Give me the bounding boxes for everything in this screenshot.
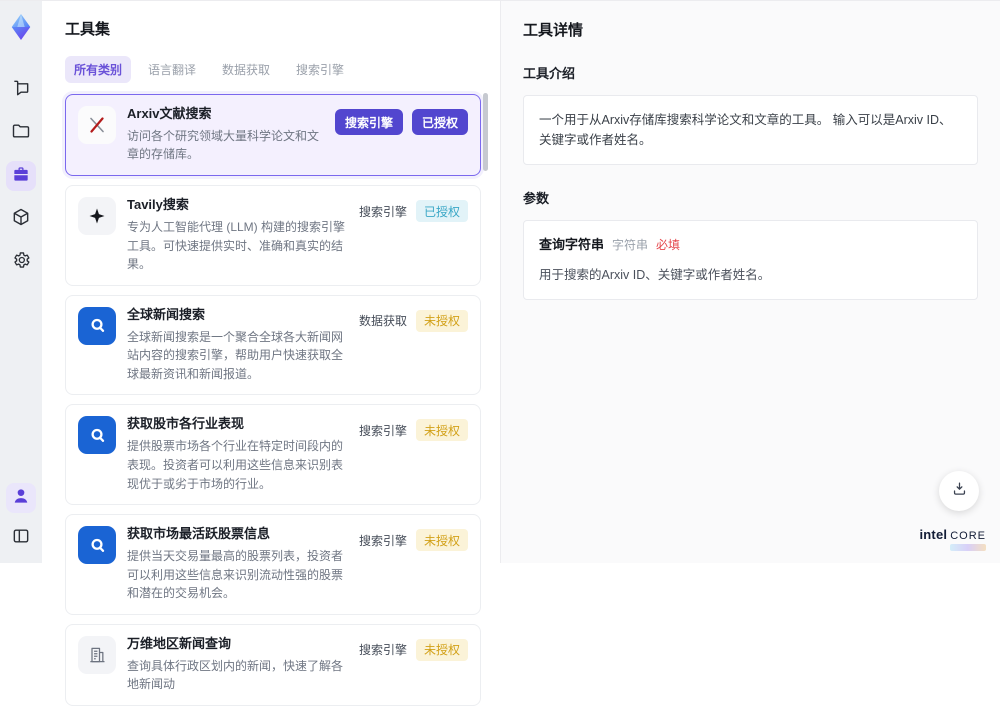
sidebar-item-settings[interactable] — [6, 247, 36, 277]
category-badge: 搜索引擎 — [334, 109, 403, 135]
news-search-icon — [78, 306, 116, 345]
tool-card-tavily[interactable]: Tavily搜索 专为人工智能代理 (LLM) 构建的搜索引擎工具。可快速提供实… — [65, 185, 481, 286]
sidebar-item-files[interactable] — [6, 118, 36, 148]
tool-tags: 搜索引擎 已授权 — [334, 106, 468, 135]
building-news-icon — [78, 635, 116, 674]
tab-search-engine[interactable]: 搜索引擎 — [287, 56, 353, 83]
tool-description: 提供股票市场各个行业在特定时间段内的表现。投资者可以利用这些信息来识别表现优于或… — [127, 439, 344, 491]
folder-icon — [11, 121, 31, 146]
tool-text: Arxiv文献搜索 访问各个研究领域大量科学论文和文章的存储库。 — [127, 106, 324, 164]
category-label: 搜索引擎 — [358, 423, 407, 438]
brand-intel: intel — [919, 527, 948, 542]
tool-card-arxiv[interactable]: Arxiv文献搜索 访问各个研究领域大量科学论文和文章的存储库。 搜索引擎 已授… — [65, 94, 481, 177]
sidebar-item-collapse[interactable] — [6, 523, 36, 553]
cube-icon — [11, 207, 31, 232]
intro-box: 一个用于从Arxiv存储库搜索科学论文和文章的工具。 输入可以是Arxiv ID… — [523, 95, 978, 165]
param-description: 用于搜索的Arxiv ID、关键字或作者姓名。 — [539, 267, 771, 282]
category-label: 搜索引擎 — [358, 643, 407, 658]
user-icon — [11, 486, 31, 511]
tool-tags: 搜索引擎 已授权 — [358, 197, 468, 223]
sidebar-bottom — [6, 483, 36, 553]
tool-description: 全球新闻搜索是一个聚合全球各大新闻网站内容的搜索引擎，帮助用户快速获取全球最新资… — [127, 329, 344, 381]
tool-title: 获取市场最活跃股票信息 — [127, 526, 271, 542]
intel-core-logo: intel CORE — [919, 527, 986, 551]
auth-status-badge: 未授权 — [415, 529, 468, 552]
category-label: 数据获取 — [358, 314, 407, 329]
tool-tags: 搜索引擎 未授权 — [358, 526, 468, 552]
brand-core: CORE — [950, 530, 986, 542]
auth-status-badge: 已授权 — [411, 109, 468, 135]
chat-icon — [11, 78, 31, 103]
tool-card-global-news[interactable]: 全球新闻搜索 全球新闻搜索是一个聚合全球各大新闻网站内容的搜索引擎，帮助用户快速… — [65, 294, 481, 396]
arxiv-logo-icon — [78, 106, 116, 144]
tool-list: Arxiv文献搜索 访问各个研究领域大量科学论文和文章的存储库。 搜索引擎 已授… — [65, 94, 481, 706]
toolbox-icon — [11, 164, 31, 189]
param-box: 查询字符串 字符串 必填 用于搜索的Arxiv ID、关键字或作者姓名。 — [523, 220, 978, 300]
list-scrollbar-thumb[interactable] — [483, 93, 488, 171]
stock-search-icon — [78, 416, 116, 455]
tab-all-categories[interactable]: 所有类别 — [65, 56, 132, 83]
auth-status-badge: 已授权 — [415, 200, 468, 223]
tool-text: Tavily搜索 专为人工智能代理 (LLM) 构建的搜索引擎工具。可快速提供实… — [127, 197, 348, 274]
sidebar-nav — [6, 75, 36, 277]
tool-text: 获取市场最活跃股票信息 提供当天交易量最高的股票列表，投资者可以利用这些信息来识… — [127, 526, 348, 603]
tool-title: Tavily搜索 — [127, 197, 189, 213]
app-window: 工具集 所有类别 语言翻译 数据获取 搜索引擎 Arxiv文献搜索 访问各个研究… — [0, 0, 1000, 706]
auth-status-badge: 未授权 — [415, 638, 468, 661]
intro-text: 一个用于从Arxiv存储库搜索科学论文和文章的工具。 输入可以是Arxiv ID… — [539, 113, 952, 147]
tool-text: 全球新闻搜索 全球新闻搜索是一个聚合全球各大新闻网站内容的搜索引擎，帮助用户快速… — [127, 307, 348, 384]
tool-description: 访问各个研究领域大量科学论文和文章的存储库。 — [127, 128, 320, 162]
sidebar — [0, 1, 42, 563]
tool-description: 专为人工智能代理 (LLM) 构建的搜索引擎工具。可快速提供实时、准确和真实的结… — [127, 219, 346, 272]
tool-description: 提供当天交易量最高的股票列表，投资者可以利用这些信息来识别流动性强的股票和潜在的… — [127, 548, 344, 601]
tool-detail-panel: 工具详情 工具介绍 一个用于从Arxiv存储库搜索科学论文和文章的工具。 输入可… — [500, 1, 1000, 563]
tool-tags: 数据获取 未授权 — [359, 307, 468, 332]
detail-title: 工具详情 — [523, 22, 584, 39]
tool-tags: 搜索引擎 未授权 — [358, 416, 468, 442]
auth-status-badge: 未授权 — [415, 419, 468, 442]
gear-icon — [11, 250, 31, 275]
param-name: 查询字符串 — [539, 237, 605, 252]
param-type: 字符串 — [612, 238, 649, 252]
tool-title: 全球新闻搜索 — [127, 306, 206, 322]
download-icon — [951, 480, 968, 502]
tool-card-sector-performance[interactable]: 获取股市各行业表现 提供股票市场各个行业在特定时间段内的表现。投资者可以利用这些… — [65, 404, 481, 506]
category-label: 搜索引擎 — [358, 533, 407, 548]
tool-tags: 搜索引擎 未授权 — [359, 636, 468, 661]
category-label: 搜索引擎 — [358, 204, 407, 219]
auth-status-badge: 未授权 — [415, 309, 468, 332]
tab-language-translation[interactable]: 语言翻译 — [139, 56, 205, 83]
tool-text: 万维地区新闻查询 查询具体行政区划内的新闻，快速了解各地新闻动 — [127, 636, 348, 694]
brand-text: intel CORE — [919, 527, 986, 542]
param-header: 查询字符串 字符串 必填 — [539, 235, 962, 256]
sidebar-item-packages[interactable] — [6, 204, 36, 234]
sidebar-item-account[interactable] — [6, 483, 36, 513]
tool-title: Arxiv文献搜索 — [127, 106, 212, 121]
tool-description: 查询具体行政区划内的新闻，快速了解各地新闻动 — [127, 658, 344, 692]
params-heading: 参数 — [523, 191, 550, 206]
intro-heading: 工具介绍 — [523, 66, 576, 81]
tavily-star-icon — [78, 197, 116, 236]
tool-text: 获取股市各行业表现 提供股票市场各个行业在特定时间段内的表现。投资者可以利用这些… — [127, 416, 348, 493]
sidebar-item-chat[interactable] — [6, 75, 36, 105]
tool-list-panel: 工具集 所有类别 语言翻译 数据获取 搜索引擎 Arxiv文献搜索 访问各个研究… — [42, 1, 500, 706]
page-title: 工具集 — [65, 21, 111, 38]
list-scrollbar-track — [483, 93, 488, 559]
tool-title: 获取股市各行业表现 — [127, 416, 245, 432]
panel-toggle-icon — [11, 526, 31, 551]
app-logo — [6, 11, 36, 43]
category-tabs: 所有类别 语言翻译 数据获取 搜索引擎 — [65, 56, 500, 83]
sidebar-item-tools[interactable] — [6, 161, 36, 191]
stock-search-icon — [78, 526, 116, 565]
tab-data-fetch[interactable]: 数据获取 — [213, 56, 279, 83]
tool-card-regional-news[interactable]: 万维地区新闻查询 查询具体行政区划内的新闻，快速了解各地新闻动 搜索引擎 未授权 — [65, 623, 481, 706]
brand-gradient-mark — [950, 544, 986, 551]
download-button[interactable] — [939, 471, 979, 511]
tool-card-active-stocks[interactable]: 获取市场最活跃股票信息 提供当天交易量最高的股票列表，投资者可以利用这些信息来识… — [65, 514, 481, 615]
param-required-flag: 必填 — [656, 238, 681, 252]
tool-title: 万维地区新闻查询 — [127, 635, 232, 651]
